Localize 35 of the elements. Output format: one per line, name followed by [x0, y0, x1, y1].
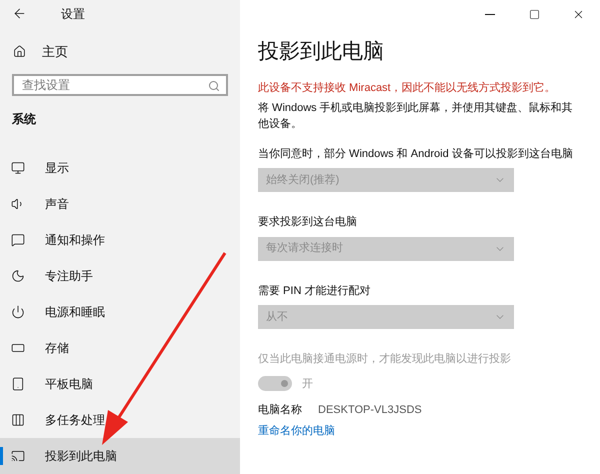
search-field[interactable]: 查找设置 — [12, 74, 228, 96]
power-icon — [11, 305, 25, 319]
message-icon — [11, 233, 25, 247]
sidebar-item[interactable]: 投影到此电脑 — [0, 438, 240, 474]
sidebar-item[interactable]: 通知和操作 — [0, 222, 240, 258]
dropdown-label: 要求投影到这台电脑 — [258, 214, 358, 230]
tablet-icon — [11, 377, 25, 391]
sidebar-item[interactable]: 存储 — [0, 330, 240, 366]
toggle-state: 开 — [302, 376, 313, 392]
rename-link[interactable]: 重命名你的电脑 — [258, 422, 335, 439]
search-icon — [208, 80, 220, 92]
home-icon — [13, 45, 26, 58]
description-text: 将 Windows 手机或电脑投影到此屏幕，并使用其键盘、鼠标和其他设备。 — [258, 100, 574, 132]
moon-icon — [11, 269, 25, 283]
maximize-icon — [528, 8, 540, 20]
dropdown-label: 当你同意时，部分 Windows 和 Android 设备可以投影到这台电脑 — [258, 146, 574, 162]
sidebar-item[interactable]: 显示 — [0, 150, 240, 186]
home-link[interactable]: 主页 — [0, 38, 240, 66]
pc-name-value: DESKTOP-VL3JSDS — [318, 403, 422, 418]
sidebar-item[interactable]: 平板电脑 — [0, 366, 240, 402]
sidebar-item[interactable]: 声音 — [0, 186, 240, 222]
toggle-label: 仅当此电脑接通电源时，才能发现此电脑以进行投影 — [258, 352, 512, 367]
storage-icon — [11, 341, 25, 355]
sidebar-item[interactable]: 电源和睡眠 — [0, 294, 240, 330]
page-title: 投影到此电脑 — [258, 39, 385, 65]
pc-name-label: 电脑名称 — [258, 402, 302, 418]
columns-icon — [11, 413, 25, 427]
warning-text: 此设备不支持接收 Miracast，因此不能以无线方式投影到它。 — [258, 80, 557, 96]
window-title: 设置 — [61, 6, 85, 23]
monitor-icon — [11, 161, 25, 175]
section-heading: 系统 — [11, 111, 37, 128]
cast-icon — [11, 449, 25, 463]
sidebar-item[interactable]: 专注助手 — [0, 258, 240, 294]
sidebar-item[interactable]: 多任务处理 — [0, 402, 240, 438]
dropdown-label: 需要 PIN 才能进行配对 — [258, 284, 372, 298]
